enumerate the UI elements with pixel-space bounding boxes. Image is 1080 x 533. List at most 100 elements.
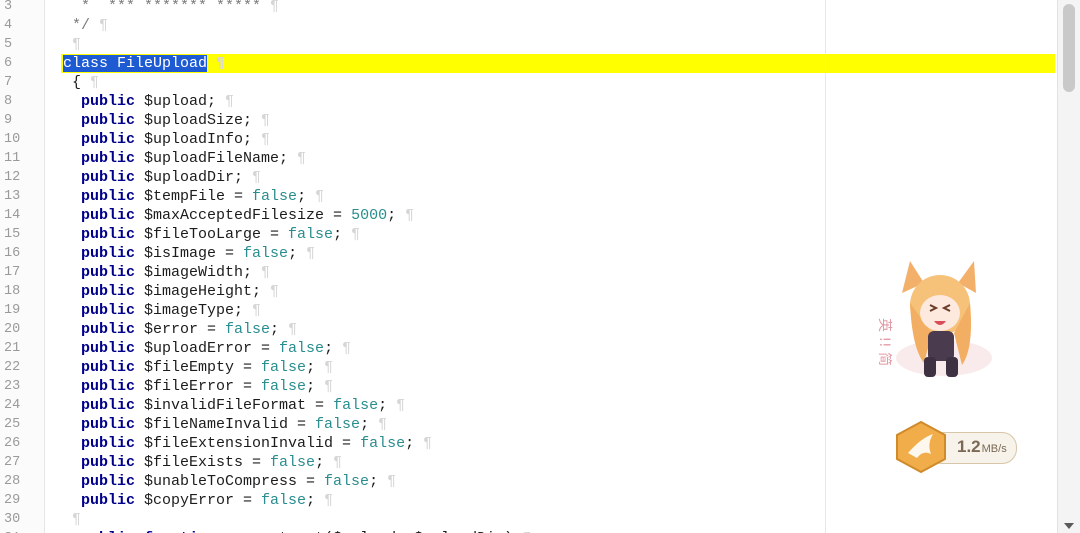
code-line[interactable]: public $unableToCompress = false; ¶	[45, 472, 1055, 491]
line-number: 27	[4, 455, 21, 470]
keyword: public	[81, 283, 136, 300]
line-number: 30	[4, 512, 21, 527]
keyword: public	[81, 435, 136, 452]
line-number: 16	[4, 246, 21, 261]
literal-value: false	[333, 397, 379, 414]
pilcrow-icon: ¶	[63, 511, 82, 528]
keyword: public	[81, 207, 136, 224]
code-text: $imageWidth;	[135, 264, 253, 281]
code-line[interactable]: public $tempFile = false; ¶	[45, 187, 1055, 206]
keyword: public	[81, 188, 136, 205]
code-line[interactable]: * *** ******* ***** ¶	[45, 0, 1055, 16]
code-text: $invalidFileFormat =	[135, 397, 334, 414]
keyword: public	[81, 340, 136, 357]
code-line[interactable]: class FileUpload ¶	[45, 54, 1055, 73]
pilcrow-icon: ¶	[414, 435, 433, 452]
network-speed-widget[interactable]: 1.2MB/s	[893, 420, 1019, 474]
pilcrow-icon: ¶	[252, 264, 271, 281]
literal-value: 5000	[351, 207, 388, 224]
code-text: $fileError =	[135, 378, 262, 395]
keyword: public	[81, 473, 136, 490]
code-text: $uploadDir;	[135, 169, 244, 186]
line-number: 29	[4, 493, 21, 508]
pilcrow-icon: ¶	[297, 245, 316, 262]
code-line[interactable]: public $invalidFileFormat = false; ¶	[45, 396, 1055, 415]
code-line[interactable]: ¶	[45, 510, 1055, 529]
code-editor[interactable]: 3 4 5 6 7 8 9 10 11 12 13 14 15 16 17 18 19 20 21 22 23 24 25 2…	[0, 0, 1080, 533]
line-number: 12	[4, 170, 21, 185]
pilcrow-icon: ¶	[306, 188, 325, 205]
code-line[interactable]: public $uploadDir; ¶	[45, 168, 1055, 187]
code-line[interactable]: public $uploadSize; ¶	[45, 111, 1055, 130]
bird-badge-icon	[896, 420, 946, 474]
vertical-scrollbar[interactable]	[1057, 0, 1080, 533]
line-number: 11	[4, 151, 21, 166]
code-text: ;	[333, 226, 343, 243]
scroll-down-arrow-icon[interactable]	[1064, 523, 1074, 529]
speed-unit: MB/s	[981, 443, 1007, 455]
pilcrow-icon: ¶	[315, 378, 334, 395]
code-line[interactable]: { ¶	[45, 73, 1055, 92]
code-text: $fileTooLarge =	[135, 226, 289, 243]
pilcrow-icon: ¶	[387, 397, 406, 414]
keyword: public	[81, 416, 136, 433]
pilcrow-icon: ¶	[261, 0, 280, 15]
code-line[interactable]: public $uploadFileName; ¶	[45, 149, 1055, 168]
code-line[interactable]: public $fileTooLarge = false; ¶	[45, 225, 1055, 244]
line-number: 18	[4, 284, 21, 299]
scrollbar-thumb[interactable]	[1063, 4, 1075, 92]
selected-text[interactable]: class FileUpload	[63, 55, 208, 72]
literal-value: false	[225, 321, 271, 338]
literal-value: false	[243, 245, 289, 262]
keyword: public	[81, 492, 136, 509]
anime-mascot-image: 英 !! 简	[876, 261, 992, 377]
code-line[interactable]: public $copyError = false; ¶	[45, 491, 1055, 510]
literal-value: false	[261, 492, 307, 509]
line-number: 7	[4, 75, 13, 90]
code-text: $uploadError =	[135, 340, 280, 357]
code-line[interactable]: */ ¶	[45, 16, 1055, 35]
keyword: public	[81, 112, 136, 129]
keyword: public	[81, 245, 136, 262]
code-line[interactable]: ¶	[45, 35, 1055, 54]
print-margin-line	[825, 0, 826, 533]
line-number: 5	[4, 37, 13, 52]
code-line[interactable]: public function construct($upload, $uplo…	[45, 529, 1055, 533]
pilcrow-icon: ¶	[207, 55, 226, 72]
line-number: 4	[4, 18, 13, 33]
pilcrow-icon: ¶	[216, 93, 235, 110]
code-text: $uploadFileName;	[135, 150, 289, 167]
code-text: $fileEmpty =	[135, 359, 262, 376]
pilcrow-icon: ¶	[288, 150, 307, 167]
code-line[interactable]: public $uploadInfo; ¶	[45, 130, 1055, 149]
line-number: 3	[4, 0, 13, 14]
code-text: ;	[306, 359, 316, 376]
line-number: 28	[4, 474, 21, 489]
code-text: $fileNameInvalid =	[135, 416, 316, 433]
code-text: ;	[324, 340, 334, 357]
code-text: $error =	[135, 321, 226, 338]
literal-value: false	[288, 226, 334, 243]
line-number: 19	[4, 303, 21, 318]
speed-value: 1.2	[957, 437, 981, 456]
code-text: ;	[405, 435, 415, 452]
literal-value: false	[324, 473, 370, 490]
code-line[interactable]: public $upload; ¶	[45, 92, 1055, 111]
line-number: 9	[4, 113, 13, 128]
pilcrow-icon: ¶	[279, 321, 298, 338]
pilcrow-icon: ¶	[90, 17, 109, 34]
pilcrow-icon: ¶	[252, 112, 271, 129]
literal-value: false	[360, 435, 406, 452]
pilcrow-icon: ¶	[369, 416, 388, 433]
code-text: * *** ******* *****	[63, 0, 262, 15]
line-number: 10	[4, 132, 21, 147]
code-text: $fileExtensionInvalid =	[135, 435, 361, 452]
keyword: public	[81, 378, 136, 395]
code-text: ;	[360, 416, 370, 433]
keyword: public	[81, 397, 136, 414]
code-text: $uploadSize;	[135, 112, 253, 129]
line-number: 17	[4, 265, 21, 280]
code-line[interactable]: public $maxAcceptedFilesize = 5000; ¶	[45, 206, 1055, 225]
keyword: public	[81, 302, 136, 319]
code-text: $unableToCompress =	[135, 473, 325, 490]
